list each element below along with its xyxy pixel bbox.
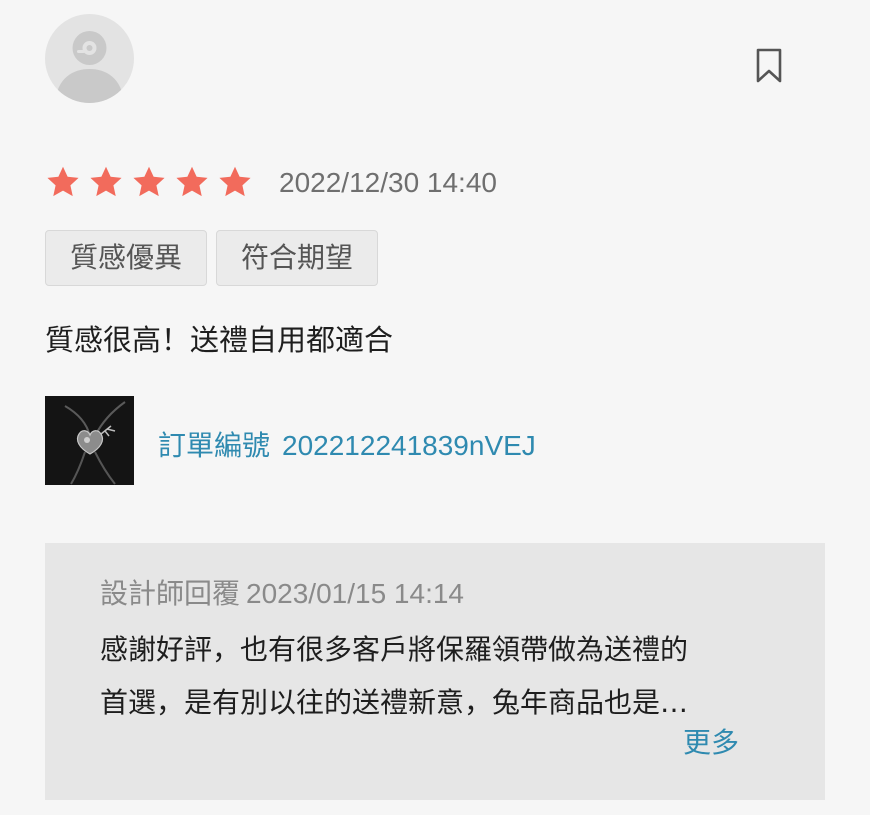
bookmark-icon xyxy=(756,48,782,83)
review-tags: 質感優異 符合期望 xyxy=(45,230,379,286)
default-user-avatar-icon xyxy=(55,31,124,103)
star-rating xyxy=(45,164,253,200)
product-thumbnail[interactable] xyxy=(45,396,134,485)
review-date: 2022/12/30 14:40 xyxy=(279,167,497,198)
reply-header: 設計師回覆 2023/01/15 14:14 xyxy=(100,575,464,613)
star-icon xyxy=(90,166,122,197)
reply-author: 設計師回覆 xyxy=(100,577,241,610)
review-text: 質感很高！送禮自用都適合 xyxy=(45,323,394,357)
reply-text-line: 首選，是有別以往的送禮新意，兔年商品也是… xyxy=(100,686,689,719)
star-icon xyxy=(47,166,79,197)
order-number-link[interactable]: 訂單編號 202212241839nVEJ xyxy=(158,427,536,465)
reply-text-line: 感謝好評，也有很多客戶將保羅領帶做為送禮的 xyxy=(100,633,689,666)
designer-reply: 設計師回覆 2023/01/15 14:14 感謝好評，也有很多客戶將保羅領帶做為… xyxy=(45,543,825,800)
reply-date: 2023/01/15 14:14 xyxy=(246,578,464,609)
star-icon xyxy=(219,166,251,197)
bookmark-button[interactable] xyxy=(755,48,783,84)
review-tag: 符合期望 xyxy=(216,230,379,286)
star-icon xyxy=(133,166,165,197)
reply-text: 感謝好評，也有很多客戶將保羅領帶做為送禮的 首選，是有別以往的送禮新意，兔年商品… xyxy=(100,623,770,729)
order-number: 202212241839nVEJ xyxy=(282,430,536,461)
bolo-tie-image xyxy=(45,396,134,485)
more-link[interactable]: 更多 xyxy=(683,723,739,763)
star-icon xyxy=(176,166,208,197)
review-tag: 質感優異 xyxy=(45,230,208,286)
reviewer-avatar xyxy=(45,14,134,103)
order-label: 訂單編號 xyxy=(158,429,271,462)
